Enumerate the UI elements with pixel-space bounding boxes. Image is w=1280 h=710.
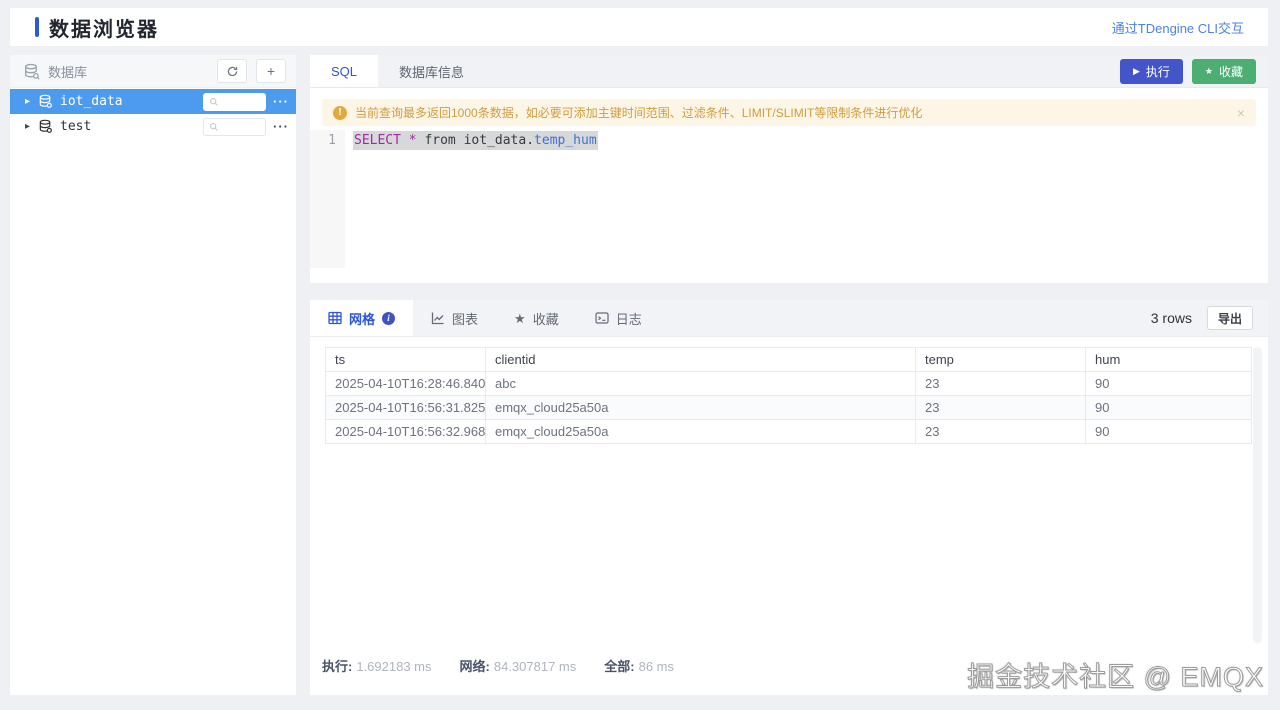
run-query-button[interactable]: ▶ 执行 (1119, 58, 1183, 84)
top-header: 数据浏览器 通过TDengine CLI交互 (10, 8, 1268, 46)
column-header[interactable]: clientid (485, 347, 916, 372)
cell-temp: 23 (915, 371, 1086, 396)
cell-ts: 2025-04-10T16:56:32.968... (325, 419, 486, 444)
table-filter-box[interactable] (203, 117, 266, 136)
table-filter-box[interactable] (203, 92, 266, 111)
cell-hum: 90 (1085, 371, 1252, 396)
star-icon: ★ (514, 310, 526, 326)
tab-database-info[interactable]: 数据库信息 (378, 55, 485, 87)
sql-editor-panel: SQL 数据库信息 ▶ 执行 ★ 收藏 ! 当前查询最多返回1000条数据，如必… (310, 55, 1268, 283)
cell-clientid: emqx_cloud25a50a (485, 395, 916, 420)
database-icon (38, 94, 53, 109)
tdengine-cli-link[interactable]: 通过TDengine CLI交互 (1112, 18, 1244, 37)
tab-favorites[interactable]: ★ 收藏 (496, 300, 577, 336)
editor-actions: ▶ 执行 ★ 收藏 (1119, 55, 1256, 87)
cell-clientid: abc (485, 371, 916, 396)
database-name: test (60, 119, 92, 134)
export-button[interactable]: 导出 (1206, 306, 1253, 330)
tree-item-iot_data[interactable]: ▸ iot_data ··· (10, 89, 296, 114)
column-header[interactable]: ts (325, 347, 486, 372)
table-header-row: ts clientid temp hum (325, 347, 1252, 372)
page-title: 数据浏览器 (49, 18, 159, 41)
star-icon: ★ (1204, 65, 1213, 76)
scrollbar-track[interactable] (1253, 347, 1262, 643)
row-count: 3 rows (1150, 310, 1192, 326)
tab-chart[interactable]: 图表 (413, 300, 496, 336)
watermark: 掘金技术社区 @ EMQX (967, 662, 1264, 693)
line-number: 1 (328, 133, 336, 148)
tree-item-test[interactable]: ▸ test ··· (10, 114, 296, 139)
selected-sql-text: SELECT * from iot_data.temp_hum (353, 131, 598, 150)
tab-sql[interactable]: SQL (310, 55, 379, 87)
favorite-query-button[interactable]: ★ 收藏 (1191, 58, 1256, 84)
column-header[interactable]: temp (915, 347, 1086, 372)
results-table-container: ts clientid temp hum 2025-04-10T16:28:46… (325, 347, 1253, 444)
title-accent-bar (35, 17, 39, 37)
table-row[interactable]: 2025-04-10T16:28:46.840... abc 23 90 (325, 371, 1252, 396)
add-database-button[interactable]: + (256, 59, 286, 83)
line-chart-icon (431, 311, 445, 325)
column-header[interactable]: hum (1085, 347, 1252, 372)
warning-text: 当前查询最多返回1000条数据，如必要可添加主键时间范围、过滤条件、LIMIT/… (355, 106, 923, 120)
database-sidebar: 数据库 + ▸ iot_data ··· ▸ test ··· (10, 55, 296, 695)
sidebar-title: 数据库 (48, 64, 88, 80)
tab-grid[interactable]: 网格 i (310, 300, 414, 336)
table-row[interactable]: 2025-04-10T16:56:31.825... emqx_cloud25a… (325, 395, 1252, 420)
expand-caret-icon[interactable]: ▸ (25, 96, 38, 107)
cell-ts: 2025-04-10T16:28:46.840... (325, 371, 486, 396)
sidebar-header: 数据库 + (10, 55, 296, 88)
query-stats: 执行: 1.692183 ms 网络: 84.307817 ms 全部: 86 ms (322, 656, 674, 675)
search-icon (209, 122, 219, 132)
results-tabbar: 网格 i 图表 ★ 收藏 日志 3 rows 导出 (310, 300, 1268, 337)
table-row[interactable]: 2025-04-10T16:56:32.968... emqx_cloud25a… (325, 419, 1252, 444)
results-table: ts clientid temp hum 2025-04-10T16:28:46… (325, 347, 1252, 444)
cell-hum: 90 (1085, 395, 1252, 420)
stat-total: 全部: 86 ms (604, 659, 675, 674)
table-filter-input[interactable] (219, 120, 259, 133)
close-icon[interactable]: × (1237, 106, 1245, 120)
database-search-icon (23, 63, 40, 80)
sql-code-editor[interactable]: 1 SELECT * from iot_data.temp_hum (310, 130, 1268, 268)
terminal-icon (595, 311, 609, 325)
database-name: iot_data (60, 94, 123, 109)
cell-hum: 90 (1085, 419, 1252, 444)
cell-temp: 23 (915, 395, 1086, 420)
line-number-gutter: 1 (310, 130, 345, 268)
refresh-databases-button[interactable] (217, 59, 247, 83)
grid-icon (328, 311, 342, 325)
info-icon[interactable]: i (382, 311, 396, 325)
database-tree: ▸ iot_data ··· ▸ test ··· (10, 88, 296, 139)
search-icon (209, 97, 219, 107)
plus-icon: + (266, 63, 276, 79)
stat-network: 网络: 84.307817 ms (459, 659, 577, 674)
table-filter-input[interactable] (219, 95, 259, 108)
more-actions-icon[interactable]: ··· (273, 95, 289, 108)
more-actions-icon[interactable]: ··· (273, 120, 289, 133)
expand-caret-icon[interactable]: ▸ (25, 121, 38, 132)
query-limit-warning-banner: ! 当前查询最多返回1000条数据，如必要可添加主键时间范围、过滤条件、LIMI… (322, 99, 1256, 126)
sql-code-line[interactable]: SELECT * from iot_data.temp_hum (345, 130, 598, 268)
play-icon: ▶ (1132, 65, 1140, 76)
warning-icon: ! (333, 105, 347, 120)
refresh-icon (226, 65, 239, 78)
editor-tabbar: SQL 数据库信息 ▶ 执行 ★ 收藏 (310, 55, 1268, 88)
database-icon (38, 119, 53, 134)
cell-ts: 2025-04-10T16:56:31.825... (325, 395, 486, 420)
cell-temp: 23 (915, 419, 1086, 444)
stat-execution: 执行: 1.692183 ms (322, 659, 432, 674)
query-results-panel: 网格 i 图表 ★ 收藏 日志 3 rows 导出 ts clientid te… (310, 300, 1268, 695)
tab-log[interactable]: 日志 (577, 300, 660, 336)
cell-clientid: emqx_cloud25a50a (485, 419, 916, 444)
